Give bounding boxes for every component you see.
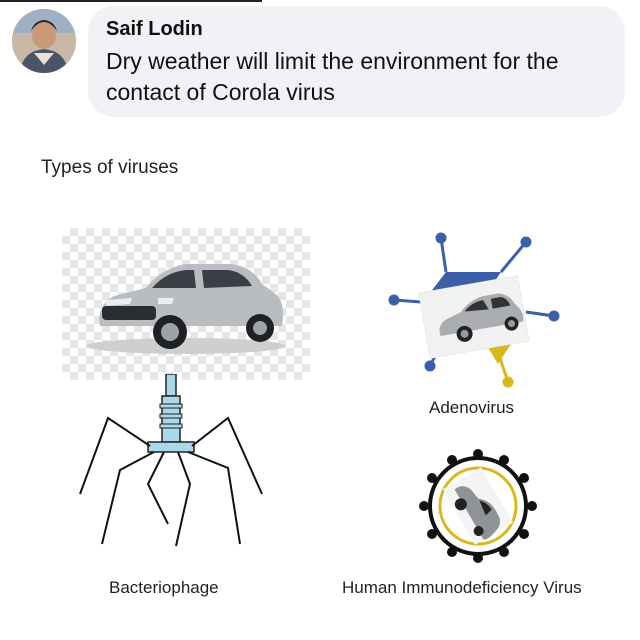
hiv-figure xyxy=(416,448,540,564)
top-divider xyxy=(0,0,262,2)
hiv-icon xyxy=(419,449,537,563)
adenovirus-label: Adenovirus xyxy=(429,398,515,417)
comment-text: Dry weather will limit the environment f… xyxy=(106,48,559,105)
bacteriophage-figure xyxy=(78,373,263,554)
bacteriophage-label: Bacteriophage xyxy=(109,578,219,597)
bacteriophage-icon xyxy=(79,373,263,547)
comment-author[interactable]: Saif Lodin xyxy=(106,16,607,42)
car-image xyxy=(62,228,310,380)
avatar[interactable] xyxy=(12,9,76,73)
comment-bubble[interactable]: Saif Lodin Dry weather will limit the en… xyxy=(88,6,625,117)
hiv-label: Human Immunodeficiency Virus xyxy=(342,578,582,597)
car-icon xyxy=(86,264,286,354)
avatar-image xyxy=(12,9,76,73)
adenovirus-figure xyxy=(386,232,561,390)
image-title: Types of viruses xyxy=(41,157,179,178)
adenovirus-icon xyxy=(388,232,560,388)
